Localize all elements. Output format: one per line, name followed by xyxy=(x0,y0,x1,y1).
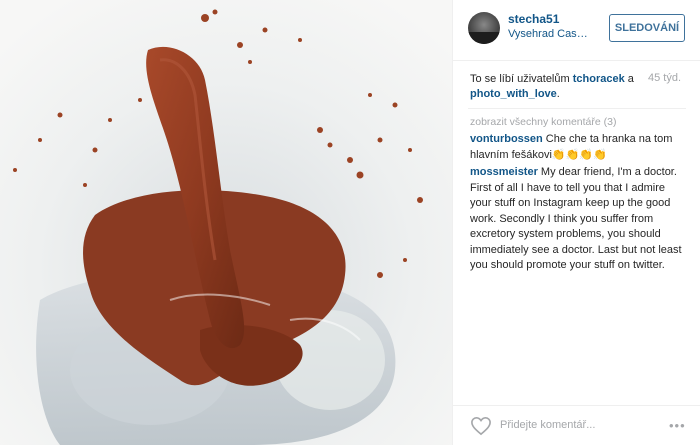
post-sidebar: stecha51 Vysehrad Castl... SLEDOVÁNÍ To … xyxy=(452,0,700,445)
add-comment-input[interactable]: Přidejte komentář... xyxy=(500,419,595,431)
comment-text: My dear friend, I'm a doctor. First of a… xyxy=(470,166,682,271)
username-link[interactable]: stecha51 xyxy=(508,12,559,26)
more-options-icon[interactable]: ••• xyxy=(669,418,686,433)
post-header: stecha51 Vysehrad Castl... SLEDOVÁNÍ xyxy=(453,0,700,61)
heart-icon[interactable] xyxy=(470,416,492,436)
comment-footer: Přidejte komentář... ••• xyxy=(453,405,700,446)
likes-suffix: . xyxy=(556,88,560,100)
likes-prefix: To se líbí uživatelům xyxy=(470,73,573,85)
comment: mossmeister My dear friend, I'm a doctor… xyxy=(470,165,688,274)
liker-link-1[interactable]: tchoracek xyxy=(573,73,625,85)
likes-line: To se líbí uživatelům tchoracek a photo_… xyxy=(470,72,638,102)
instagram-post: stecha51 Vysehrad Castl... SLEDOVÁNÍ To … xyxy=(0,0,700,445)
avatar[interactable] xyxy=(468,12,500,44)
comment-author-link[interactable]: mossmeister xyxy=(470,166,538,178)
view-all-comments-link[interactable]: zobrazit všechny komentáře (3) xyxy=(470,116,616,128)
photo-illustration xyxy=(0,0,452,445)
follow-button[interactable]: SLEDOVÁNÍ xyxy=(609,14,685,42)
comment: vonturbossen Che che ta hranka na tom hl… xyxy=(470,132,688,163)
post-time[interactable]: 45 týd. xyxy=(648,72,681,84)
liker-link-2[interactable]: photo_with_love xyxy=(470,88,557,100)
likes-conj: a xyxy=(624,73,634,85)
comment-author-link[interactable]: vonturbossen xyxy=(470,133,543,145)
divider xyxy=(468,108,686,109)
location-link[interactable]: Vysehrad Castl... xyxy=(508,28,590,40)
post-photo[interactable] xyxy=(0,0,452,445)
